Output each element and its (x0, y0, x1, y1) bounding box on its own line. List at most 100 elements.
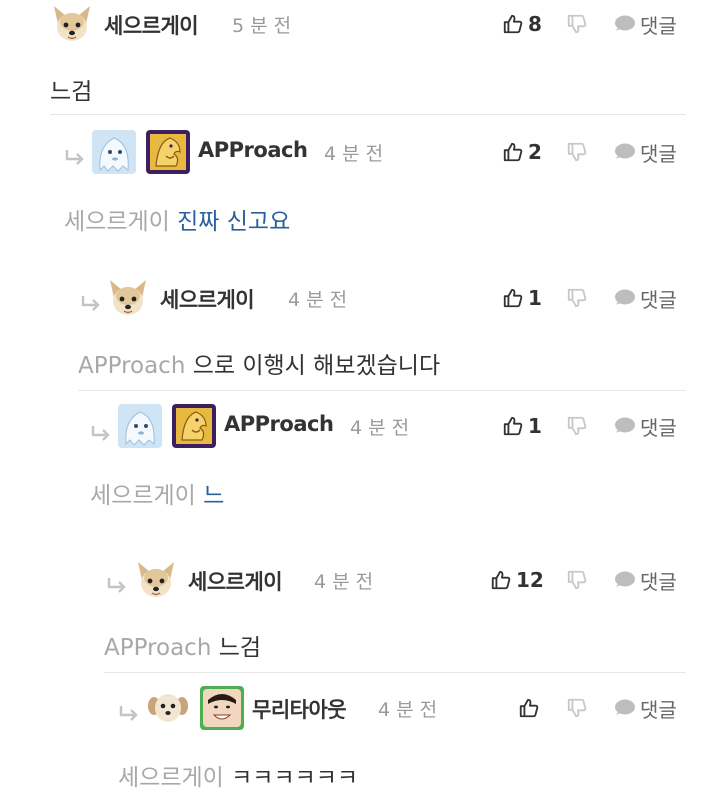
thumbs-up-icon (490, 569, 512, 591)
divider (104, 672, 686, 673)
reply-label: 댓글 (640, 569, 677, 594)
ghost-avatar[interactable] (118, 404, 162, 448)
timestamp: 4 분 전 (350, 417, 410, 439)
comment-text: 세으르게이 진짜 신고요 (64, 202, 290, 236)
reply-label: 댓글 (640, 287, 677, 312)
like-count: 1 (528, 414, 542, 438)
like-button[interactable]: 12 (490, 566, 544, 594)
comment-actions: 1 댓글 (502, 282, 702, 314)
author-name[interactable]: 무리타아웃 (252, 694, 347, 724)
like-count: 8 (528, 12, 542, 36)
reply-arrow-icon (80, 294, 102, 312)
comment-message: 진짜 신고요 (177, 209, 291, 235)
comment-header: 세으르게이 4 분 전 12 댓글 (0, 558, 720, 602)
comment-actions: 12 댓글 (490, 564, 702, 596)
reply-button[interactable]: 댓글 (612, 284, 677, 312)
comment-actions: 2 댓글 (502, 136, 702, 168)
divider (78, 390, 686, 391)
mention[interactable]: APProach (104, 635, 211, 661)
comment: 세으르게이 5 분 전 8 댓글 느검 (0, 0, 720, 114)
like-button[interactable]: 1 (502, 412, 542, 440)
reply-button[interactable]: 댓글 (612, 10, 677, 38)
timestamp: 5 분 전 (232, 15, 292, 37)
comment-header: APProach 4 분 전 2 댓글 (0, 130, 720, 174)
reply-button[interactable]: 댓글 (612, 566, 677, 594)
reply-label: 댓글 (640, 415, 677, 440)
comment-message: ㅋㅋㅋㅋㅋㅋ (231, 765, 359, 791)
like-button[interactable]: 8 (502, 10, 542, 38)
comment-message: 으로 이행시 해보겠습니다 (192, 353, 441, 379)
thumbs-up-icon (502, 141, 524, 163)
lion-crest-avatar (146, 130, 190, 174)
mention[interactable]: 세으르게이 (90, 483, 196, 509)
like-count: 12 (516, 568, 544, 592)
reply-arrow-icon (64, 148, 86, 166)
author-name[interactable]: APProach (198, 138, 308, 162)
thumbs-down-icon[interactable] (566, 141, 588, 163)
like-count: 1 (528, 286, 542, 310)
thumbs-down-icon[interactable] (566, 569, 588, 591)
author-name[interactable]: APProach (224, 412, 334, 436)
comment-reply: APProach 4 분 전 1 댓글 세으르게이 느 (0, 398, 720, 522)
like-button[interactable]: 1 (502, 284, 542, 312)
thumbs-up-icon (502, 287, 524, 309)
comment-actions: 8 댓글 (502, 8, 702, 40)
comment-text: APProach 느검 (104, 628, 261, 662)
reply-label: 댓글 (640, 13, 677, 38)
reply-arrow-icon (118, 704, 140, 722)
like-count: 2 (528, 140, 542, 164)
thumbs-down-icon[interactable] (566, 697, 588, 719)
speech-bubble-icon (612, 142, 636, 162)
thumbs-down-icon[interactable] (566, 287, 588, 309)
author-name[interactable]: 세으르게이 (104, 10, 199, 40)
mention[interactable]: 세으르게이 (64, 209, 170, 235)
comment-reply: 세으르게이 4 분 전 1 댓글 APProach 으로 이행시 해보겠습니다 (0, 272, 720, 390)
comment-header: 세으르게이 5 분 전 8 댓글 (0, 2, 720, 46)
comment-reply: APProach 4 분 전 2 댓글 세으르게이 진짜 신고요 (0, 124, 720, 252)
timestamp: 4 분 전 (288, 289, 348, 311)
like-button[interactable] (518, 694, 544, 722)
dog-avatar[interactable] (134, 558, 178, 602)
comment-reply: 세으르게이 4 분 전 12 댓글 APProach 느검 (0, 554, 720, 672)
timestamp: 4 분 전 (314, 571, 374, 593)
reply-button[interactable]: 댓글 (612, 412, 677, 440)
speech-bubble-icon (612, 698, 636, 718)
comment-actions: 댓글 (502, 692, 702, 724)
comment-header: 세으르게이 4 분 전 1 댓글 (0, 276, 720, 320)
reply-label: 댓글 (640, 697, 677, 722)
comment-message: 느검 (50, 79, 93, 105)
mention[interactable]: 세으르게이 (118, 765, 224, 791)
reply-arrow-icon (106, 576, 128, 594)
lion-crest-avatar (172, 404, 216, 448)
thumbs-up-icon (502, 13, 524, 35)
reply-button[interactable]: 댓글 (612, 694, 677, 722)
mention[interactable]: APProach (78, 353, 185, 379)
reply-button[interactable]: 댓글 (612, 138, 677, 166)
like-button[interactable]: 2 (502, 138, 542, 166)
speech-bubble-icon (612, 570, 636, 590)
man-face-avatar (200, 686, 244, 730)
author-name[interactable]: 세으르게이 (160, 284, 255, 314)
comment-text: APProach 으로 이행시 해보겠습니다 (78, 346, 440, 380)
comment-reply: 무리타아웃 4 분 전 댓글 세으르게이 ㅋㅋㅋㅋㅋㅋ (0, 684, 720, 791)
comment-text: 느검 (50, 72, 92, 106)
dog-avatar[interactable] (50, 2, 94, 46)
speech-bubble-icon (612, 416, 636, 436)
thumbs-down-icon[interactable] (566, 13, 588, 35)
speech-bubble-icon (612, 14, 636, 34)
speech-bubble-icon (612, 288, 636, 308)
author-name[interactable]: 세으르게이 (188, 566, 283, 596)
thumbs-up-icon (502, 415, 524, 437)
comment-message: 느검 (218, 635, 262, 661)
reply-label: 댓글 (640, 141, 677, 166)
puppy-avatar[interactable] (146, 686, 190, 730)
thumbs-down-icon[interactable] (566, 415, 588, 437)
dog-avatar[interactable] (106, 276, 150, 320)
comment-text: 세으르게이 ㅋㅋㅋㅋㅋㅋ (118, 758, 358, 791)
comment-text: 세으르게이 느 (90, 476, 224, 510)
comment-header: APProach 4 분 전 1 댓글 (0, 404, 720, 448)
ghost-avatar[interactable] (92, 130, 136, 174)
reply-arrow-icon (90, 424, 112, 442)
timestamp: 4 분 전 (324, 143, 384, 165)
thumbs-up-icon (518, 697, 540, 719)
